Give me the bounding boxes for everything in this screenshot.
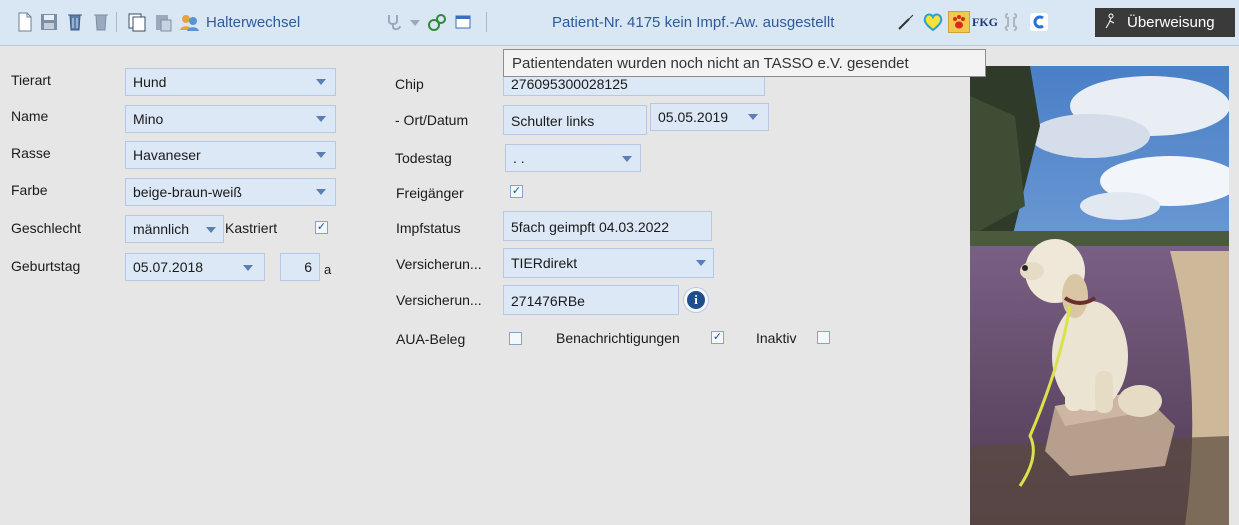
stethoscope-icon[interactable]: [384, 11, 406, 33]
todestag-label: Todestag: [395, 150, 452, 166]
tasso-tooltip: Patientendaten wurden noch nicht an TASS…: [503, 49, 986, 77]
chip-ort-value: Schulter links: [511, 113, 595, 129]
referral-icon: [1103, 13, 1117, 33]
impfstatus-field[interactable]: 5fach geimpft 04.03.2022: [503, 211, 712, 241]
geburtstag-label: Geburtstag: [11, 258, 81, 274]
farbe-select[interactable]: beige-braun-weiß: [125, 178, 336, 206]
halterwechsel-button[interactable]: Halterwechsel: [206, 14, 300, 31]
tasso-paw-icon[interactable]: [948, 11, 970, 33]
users-icon[interactable]: [178, 11, 200, 33]
versicherung-select[interactable]: TIERdirekt: [503, 248, 714, 278]
chip-label: Chip: [395, 76, 424, 92]
ueberweisung-button[interactable]: Überweisung: [1095, 8, 1235, 37]
versicherung-value: TIERdirekt: [511, 255, 578, 271]
chip-ort-field[interactable]: Schulter links: [503, 105, 647, 135]
versicherungsnummer-label: Versicherun...: [396, 292, 482, 308]
heart-icon[interactable]: [922, 11, 944, 33]
versicherungsnummer-value: 271476RBe: [511, 293, 585, 309]
chevron-down-icon[interactable]: [748, 114, 758, 120]
geschlecht-label: Geschlecht: [11, 220, 82, 236]
farbe-value: beige-braun-weiß: [133, 184, 242, 200]
patient-photo[interactable]: [970, 66, 1229, 525]
rasse-value: Havaneser: [133, 147, 201, 163]
name-label: Name: [11, 108, 49, 124]
name-select[interactable]: Mino: [125, 105, 336, 133]
aua-beleg-label: AUA-Beleg: [396, 331, 466, 347]
benachrichtigungen-label: Benachrichtigungen: [556, 330, 680, 346]
toolbar-separator: [486, 12, 487, 32]
chip-value: 276095300028125: [511, 76, 628, 92]
chevron-down-icon[interactable]: [696, 260, 706, 266]
ort-datum-label: - Ort/Datum: [395, 112, 469, 128]
todestag-date-field[interactable]: . .: [505, 144, 641, 172]
inaktiv-label: Inaktiv: [756, 330, 797, 346]
tierart-value: Hund: [133, 74, 167, 90]
chevron-down-icon[interactable]: [622, 156, 632, 162]
impfstatus-label: Impfstatus: [396, 220, 461, 236]
tierart-label: Tierart: [11, 72, 51, 88]
inaktiv-checkbox[interactable]: [817, 331, 830, 344]
todestag-value: . .: [513, 150, 525, 166]
kastriert-checkbox[interactable]: ✓: [315, 221, 328, 234]
save-icon[interactable]: [38, 11, 60, 33]
rasse-select[interactable]: Havaneser: [125, 141, 336, 169]
chevron-down-icon[interactable]: [410, 20, 420, 26]
chevron-down-icon[interactable]: [316, 189, 326, 195]
versicherung-label: Versicherun...: [396, 256, 482, 272]
chevron-down-icon[interactable]: [316, 79, 326, 85]
aua-beleg-checkbox[interactable]: [509, 332, 522, 345]
tierart-select[interactable]: Hund: [125, 68, 336, 96]
fkg-icon[interactable]: FKG: [972, 11, 998, 33]
dog-photo-image: [970, 66, 1229, 525]
chevron-down-icon[interactable]: [316, 152, 326, 158]
kastriert-label: Kastriert: [225, 220, 278, 236]
freigaenger-checkbox[interactable]: ✓: [510, 185, 523, 198]
gender-icon[interactable]: [426, 11, 448, 33]
age-field[interactable]: 6: [280, 253, 320, 281]
name-value: Mino: [133, 111, 164, 127]
info-icon[interactable]: i: [683, 287, 709, 313]
chip-datum-value: 05.05.2019: [658, 109, 729, 125]
chevron-down-icon[interactable]: [243, 265, 253, 271]
impfstatus-value: 5fach geimpft 04.03.2022: [511, 219, 670, 235]
freigaenger-label: Freigänger: [396, 185, 464, 201]
toolbar-separator: [116, 12, 117, 32]
delete-bin-icon[interactable]: [64, 11, 86, 33]
farbe-label: Farbe: [11, 182, 48, 198]
age-unit-label: a: [324, 262, 332, 277]
versicherungsnummer-field[interactable]: 271476RBe: [503, 285, 679, 315]
age-value: 6: [304, 259, 312, 275]
syringe-icon[interactable]: [895, 11, 917, 33]
copy-icon[interactable]: [126, 11, 148, 33]
delete-bin-disabled-icon[interactable]: [90, 11, 112, 33]
paste-icon[interactable]: [152, 11, 174, 33]
rasse-label: Rasse: [11, 145, 51, 161]
geschlecht-value: männlich: [133, 221, 190, 237]
benachrichtigungen-checkbox[interactable]: ✓: [711, 331, 724, 344]
ueberweisung-label: Überweisung: [1127, 14, 1215, 31]
new-document-icon[interactable]: [14, 11, 36, 33]
geburtstag-value: 05.07.2018: [133, 259, 204, 275]
calendar-icon[interactable]: [452, 11, 474, 33]
refresh-icon[interactable]: [1028, 11, 1050, 33]
chevron-down-icon[interactable]: [206, 227, 216, 233]
chevron-down-icon[interactable]: [316, 116, 326, 122]
toolbar: Halterwechsel Patient-Nr. 4175 kein Impf…: [0, 0, 1239, 46]
patient-status-text: Patient-Nr. 4175 kein Impf.-Aw. ausgeste…: [552, 14, 835, 31]
bone-icon[interactable]: [1000, 11, 1022, 33]
